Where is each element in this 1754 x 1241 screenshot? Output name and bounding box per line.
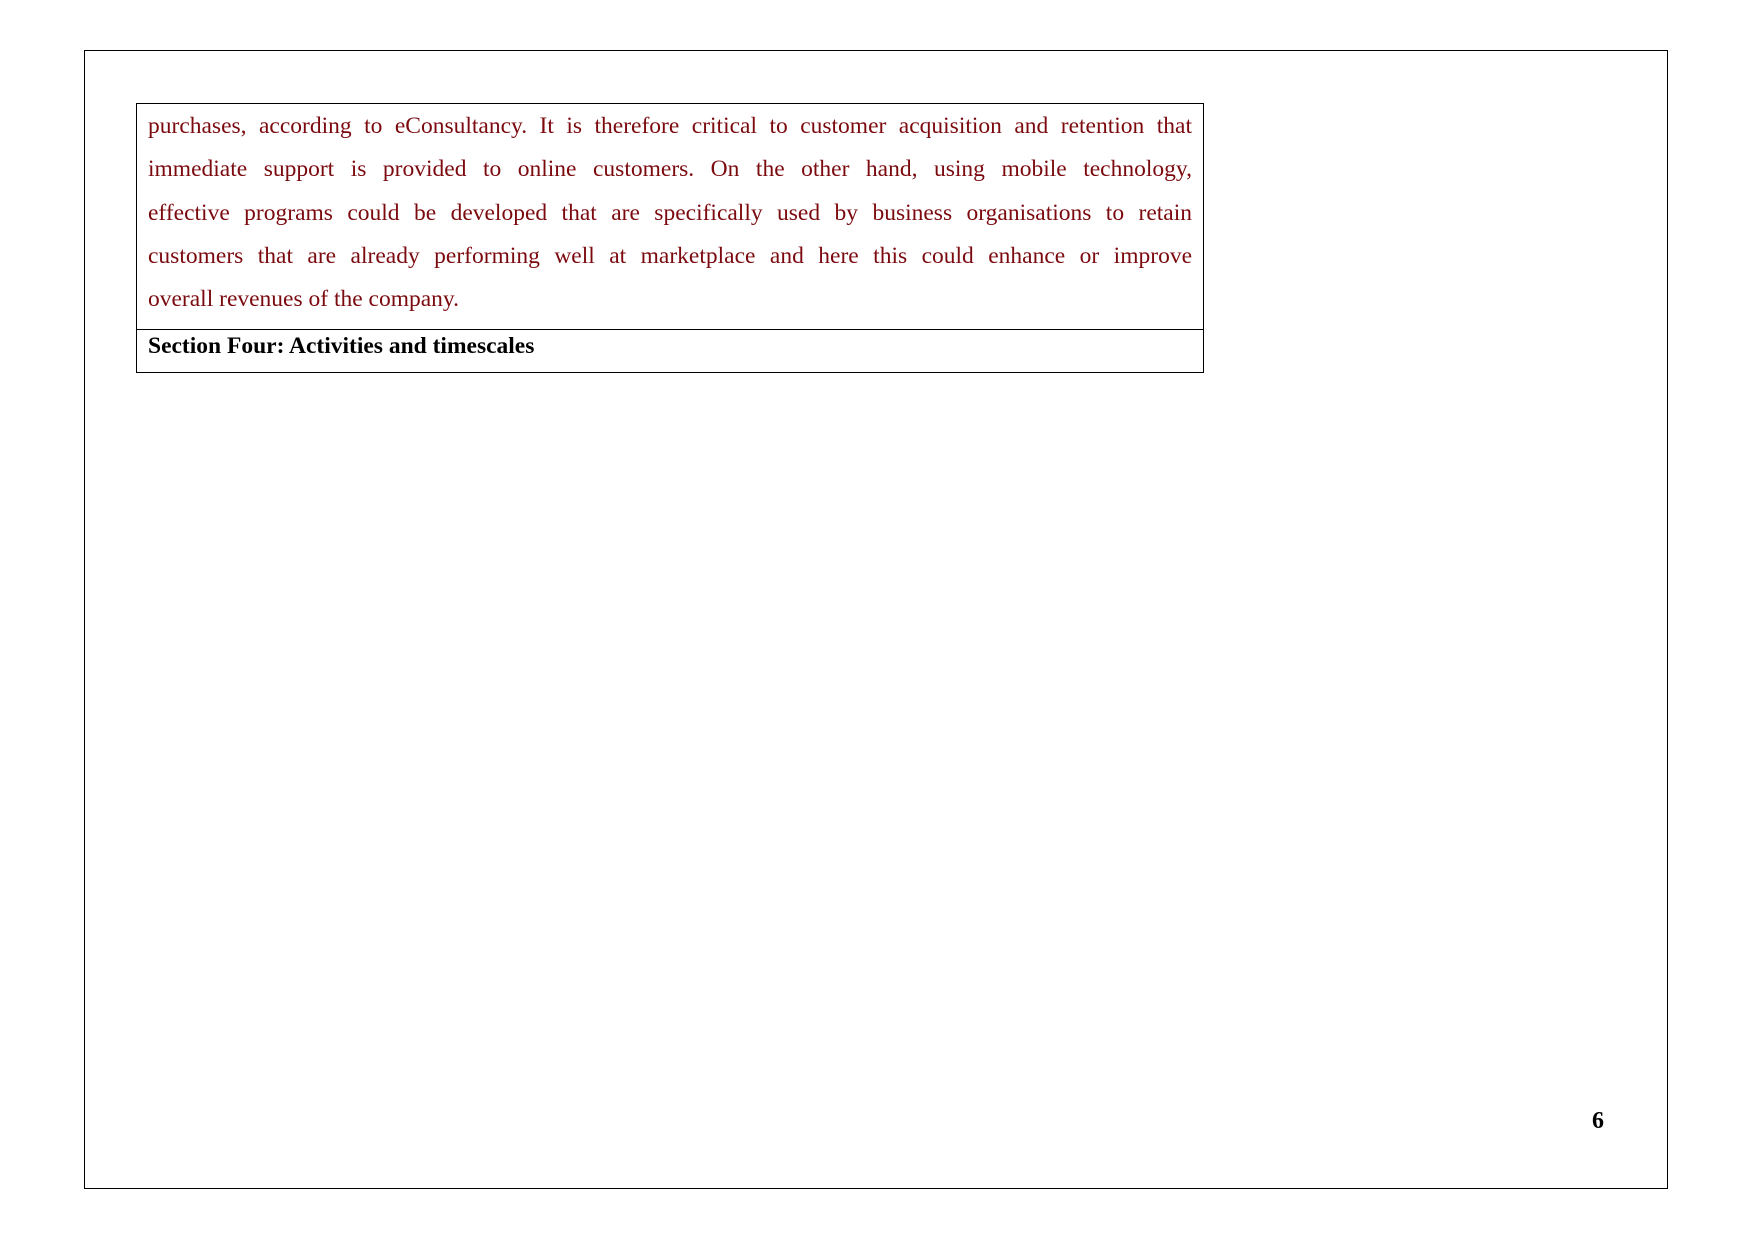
paragraph-line: overall revenues of the company. <box>148 286 460 313</box>
body-paragraph: purchases, according to eConsultancy. It… <box>137 104 1203 329</box>
page-number: 6 <box>1592 1108 1604 1134</box>
section-heading: Section Four: Activities and timescales <box>137 329 1203 372</box>
paragraph-line: effective programs could be developed th… <box>148 199 1192 226</box>
paragraph-line: customers that are already performing we… <box>148 242 1192 269</box>
paragraph-line: purchases, according to eConsultancy. It… <box>148 113 1192 139</box>
paragraph-line: immediate support is provided to online … <box>148 156 1192 183</box>
content-table: purchases, according to eConsultancy. It… <box>136 103 1204 374</box>
